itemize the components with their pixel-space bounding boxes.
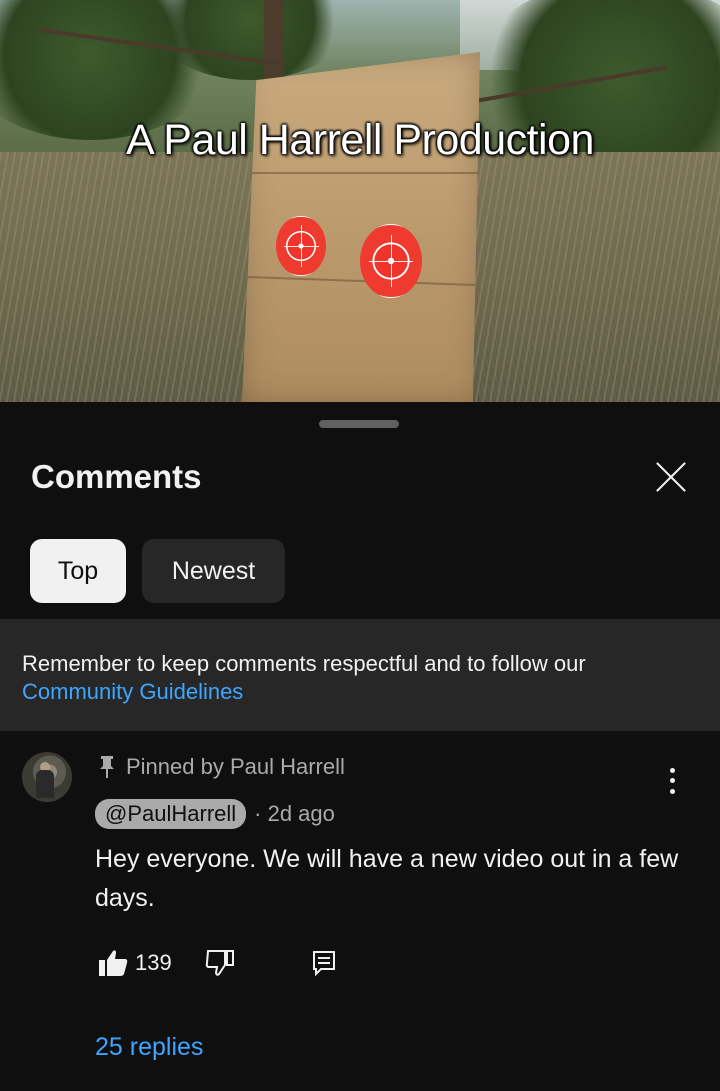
avatar-figure-body <box>36 770 54 798</box>
avatar[interactable] <box>22 752 72 802</box>
board-crease <box>242 172 480 174</box>
video-player[interactable]: A Paul Harrell Production <box>0 0 720 402</box>
pinned-by-text: Pinned by Paul Harrell <box>126 754 345 779</box>
shooting-target-right <box>360 224 422 298</box>
more-vert-icon[interactable] <box>658 763 686 799</box>
pin-icon <box>100 756 114 778</box>
comments-sheet: Comments Top Newest Remember to keep com… <box>0 402 720 1091</box>
community-guidelines-notice: Remember to keep comments respectful and… <box>0 619 720 731</box>
comment-author-row: @PaulHarrell · 2d ago <box>95 799 335 829</box>
like-count: 139 <box>135 950 172 975</box>
community-guidelines-link[interactable]: Community Guidelines <box>22 679 243 704</box>
sheet-drag-handle[interactable] <box>319 420 399 428</box>
close-icon[interactable] <box>648 454 694 500</box>
comment-author[interactable]: @PaulHarrell <box>95 799 247 829</box>
shooting-target-left <box>276 216 326 276</box>
thumbs-down-icon[interactable] <box>202 945 238 981</box>
video-overlay-title: A Paul Harrell Production <box>126 116 594 164</box>
comments-title: Comments <box>31 458 202 495</box>
sort-chip-newest[interactable]: Newest <box>142 539 285 603</box>
pinned-label: Pinned by Paul Harrell <box>98 754 345 780</box>
notice-text: Remember to keep comments respectful and… <box>22 651 586 676</box>
replies-link[interactable]: 25 replies <box>95 1033 203 1062</box>
comment-timestamp: · 2d ago <box>254 801 335 826</box>
board-crease <box>242 275 480 287</box>
comment-body: Hey everyone. We will have a new video o… <box>95 845 679 912</box>
thumbs-up-icon[interactable] <box>95 945 131 981</box>
comment-actions: 139 <box>95 945 342 981</box>
reply-comment-icon[interactable] <box>306 945 342 981</box>
sort-chip-top[interactable]: Top <box>30 539 126 603</box>
cardboard-target-board <box>242 52 480 402</box>
